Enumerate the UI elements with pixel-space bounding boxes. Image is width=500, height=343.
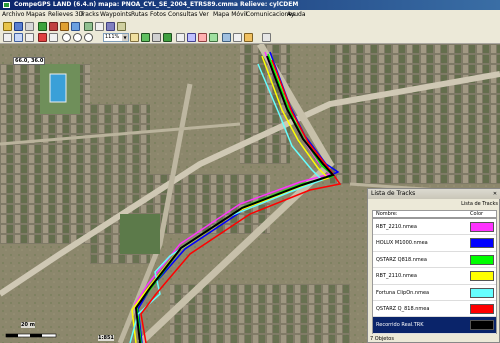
color-swatch[interactable] — [470, 254, 494, 265]
list-item[interactable]: RBT_2210.nmea — [373, 219, 496, 236]
list-item[interactable]: QSTARZ Q818.nmea — [373, 252, 496, 269]
column-color[interactable]: Color — [470, 211, 483, 218]
object-count: 7 Objetos — [370, 336, 394, 342]
menu-consultas[interactable]: Consultas — [168, 10, 197, 20]
color-swatch[interactable] — [470, 271, 494, 282]
select-icon[interactable] — [14, 33, 23, 42]
pointer-icon[interactable] — [3, 33, 12, 42]
color-swatch[interactable] — [470, 238, 494, 249]
play-icon[interactable] — [163, 33, 172, 42]
list-item[interactable]: RBT_2110.nmea — [373, 268, 496, 285]
layers-icon[interactable] — [141, 33, 150, 42]
relief-3d-icon[interactable] — [84, 22, 93, 31]
tracks-list-panel: Lista de Tracks ✕ Lista de Tracks Nombre… — [367, 188, 500, 343]
menu-mapas[interactable]: Mapas — [26, 10, 45, 20]
window-title: CompeGPS LAND (6.4.n) mapa: PNOA_CYL_SE_… — [14, 1, 299, 8]
menu-archivo[interactable]: Archivo — [2, 10, 24, 20]
waypoint-icon[interactable] — [60, 22, 69, 31]
print-icon[interactable] — [25, 22, 34, 31]
panel-subtitle: Lista de Tracks — [461, 201, 498, 207]
document-icon[interactable] — [233, 33, 242, 42]
save-icon[interactable] — [14, 22, 23, 31]
zoom-select[interactable]: 111% ▼ — [103, 33, 129, 42]
zoom-out-icon[interactable] — [73, 33, 82, 42]
map-icon[interactable] — [38, 22, 47, 31]
scale-label: 20 m — [21, 322, 35, 328]
color-swatch[interactable] — [470, 320, 494, 331]
open-folder-icon[interactable] — [3, 22, 12, 31]
menu-tracks[interactable]: Tracks — [80, 10, 99, 20]
scale-ratio: 1:851 — [98, 335, 114, 341]
coordinate-label: 66.0, 36.0 — [13, 57, 46, 65]
track-name: Recorrido Real.TRK — [376, 322, 424, 329]
list-item[interactable]: Fortuna ClipOn.nmea — [373, 285, 496, 301]
gps-icon[interactable] — [106, 22, 115, 31]
center-icon[interactable] — [152, 33, 161, 42]
column-name[interactable]: Nombre: — [376, 211, 398, 218]
menu-bar: Archivo Mapas Relieves 3D Tracks Waypoin… — [0, 10, 500, 20]
close-icon[interactable]: ✕ — [492, 191, 498, 197]
toolbar: 111% ▼ — [0, 20, 500, 44]
list-header: Nombre: Color — [372, 210, 497, 218]
info-icon[interactable] — [176, 33, 185, 42]
compass-icon[interactable] — [187, 33, 196, 42]
menu-waypoints[interactable]: Waypoints — [100, 10, 131, 20]
settings-icon[interactable] — [244, 33, 253, 42]
zoom-value: 111% — [105, 34, 120, 40]
list-item-selected[interactable]: Recorrido Real.TRK — [373, 317, 496, 334]
panel-title[interactable]: Lista de Tracks — [368, 189, 500, 199]
zoom-window-icon[interactable] — [84, 33, 93, 42]
profile-icon[interactable] — [209, 33, 218, 42]
track-name: HOLUX M1000.nmea — [376, 240, 428, 247]
window-title-bar: CompeGPS LAND (6.4.n) mapa: PNOA_CYL_SE_… — [0, 0, 500, 10]
track-name: QSTARZ Q_818.nmea — [376, 306, 430, 312]
help-icon[interactable] — [262, 33, 271, 42]
chevron-down-icon[interactable]: ▼ — [122, 34, 128, 41]
track-name: RBT_2210.nmea — [376, 224, 417, 230]
route-icon[interactable] — [71, 22, 80, 31]
list-item[interactable]: QSTARZ Q_818.nmea — [373, 301, 496, 318]
track-icon[interactable] — [49, 22, 58, 31]
menu-mapa-movil[interactable]: Mapa Móvil — [213, 10, 247, 20]
list-item[interactable]: HOLUX M1000.nmea — [373, 235, 496, 252]
menu-ayuda[interactable]: Ayuda — [287, 10, 306, 20]
track-name: RBT_2110.nmea — [376, 273, 417, 280]
menu-relieves-3d[interactable]: Relieves 3D — [48, 10, 83, 20]
app-icon — [3, 2, 10, 8]
bookmark-icon[interactable] — [198, 33, 207, 42]
zoom-in-icon[interactable] — [62, 33, 71, 42]
menu-rutas[interactable]: Rutas — [131, 10, 148, 20]
track-name: QSTARZ Q818.nmea — [376, 256, 427, 263]
color-swatch[interactable] — [470, 287, 494, 298]
hand-icon[interactable] — [25, 33, 34, 42]
table-icon[interactable] — [95, 22, 104, 31]
tracks-list: RBT_2210.nmea HOLUX M1000.nmea QSTARZ Q8… — [372, 218, 497, 334]
measure-icon[interactable] — [49, 33, 58, 42]
color-swatch[interactable] — [470, 222, 494, 232]
grid-icon[interactable] — [222, 33, 231, 42]
track-name: Fortuna ClipOn.nmea — [376, 289, 430, 296]
menu-fotos[interactable]: Fotos — [150, 10, 166, 20]
photo-icon[interactable] — [117, 22, 126, 31]
color-swatch[interactable] — [470, 304, 494, 314]
edit-track-icon[interactable] — [38, 33, 47, 42]
zoom-fit-icon[interactable] — [130, 33, 139, 42]
menu-ver[interactable]: Ver — [199, 10, 209, 20]
